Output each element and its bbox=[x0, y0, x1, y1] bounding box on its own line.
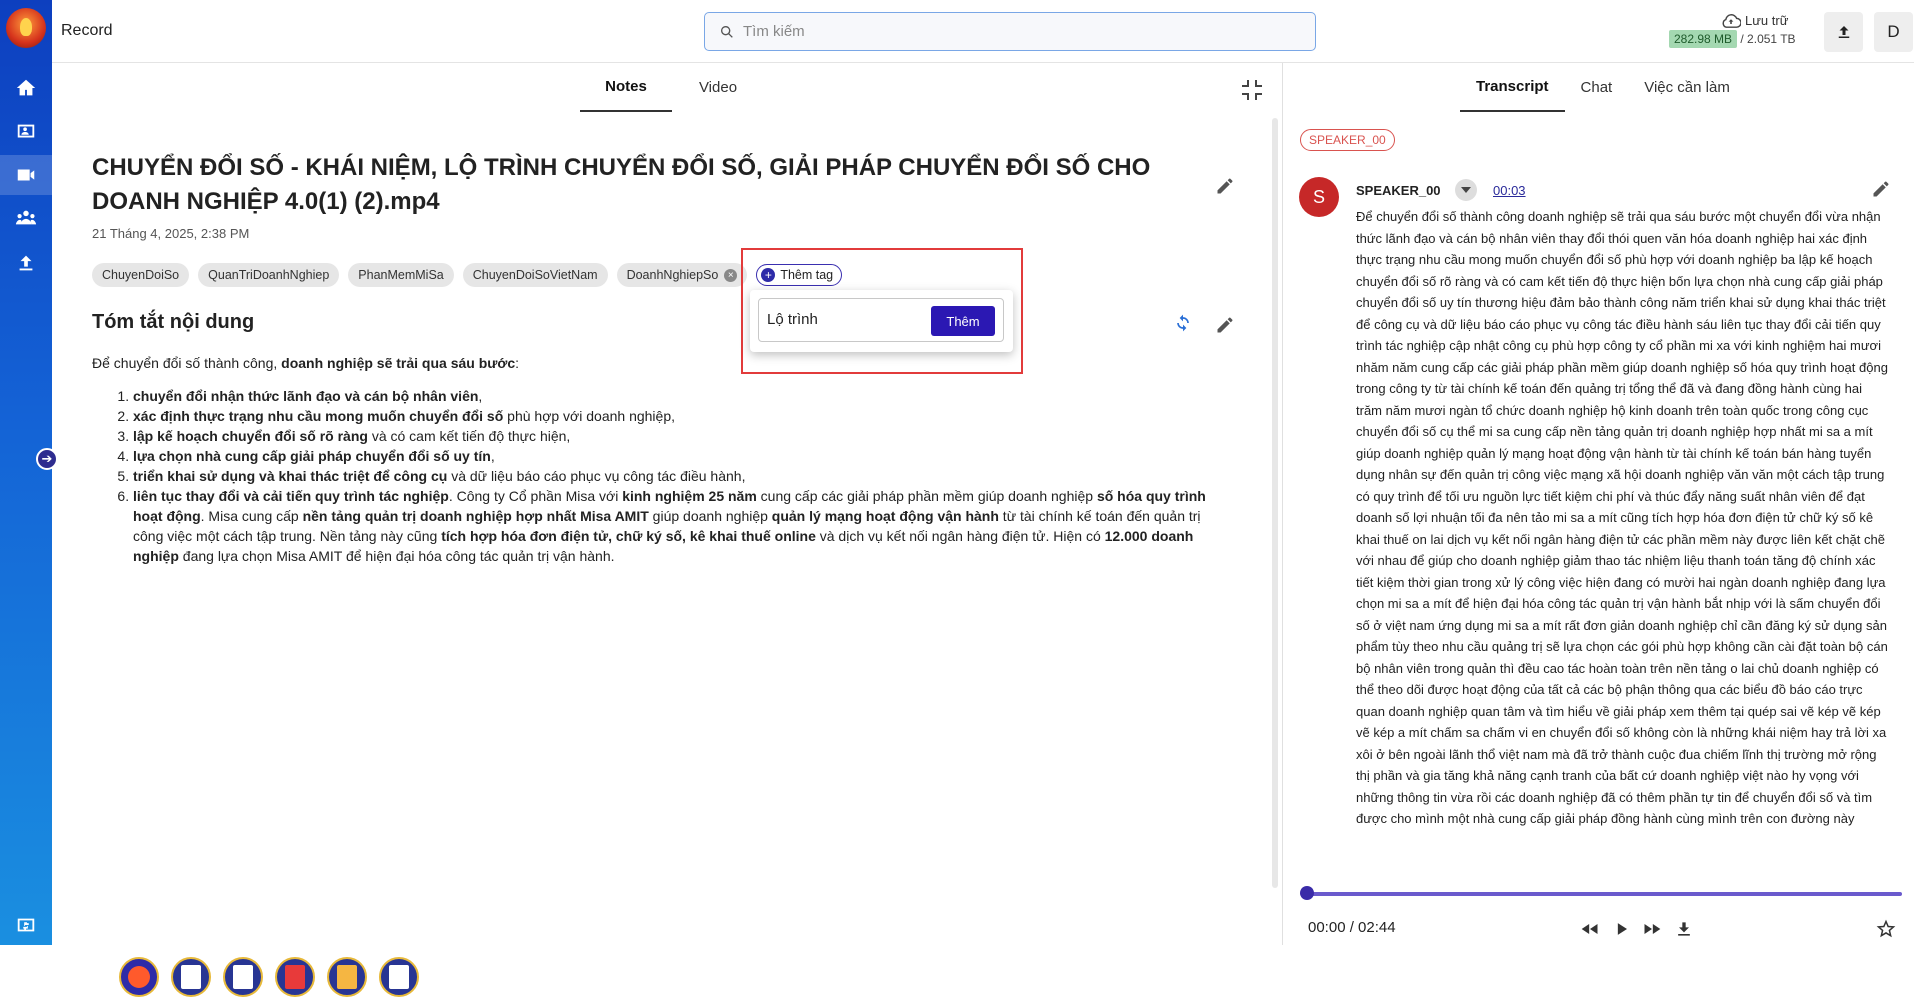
list-item: xác định thực trạng nhu cầu mong muốn ch… bbox=[133, 406, 1232, 426]
search-input[interactable] bbox=[743, 23, 1263, 40]
tab-todo[interactable]: Việc cần làm bbox=[1628, 63, 1746, 112]
meeting-icon[interactable] bbox=[0, 112, 52, 152]
list-item: liên tục thay đổi và cải tiến quy trình … bbox=[133, 486, 1232, 566]
tag-list: ChuyenDoiSo QuanTriDoanhNghiep PhanMemMi… bbox=[92, 263, 843, 287]
upload-icon[interactable] bbox=[0, 243, 52, 283]
docs-export-button[interactable] bbox=[223, 957, 263, 997]
speaker-filter-chip[interactable]: SPEAKER_00 bbox=[1300, 129, 1395, 151]
billing-icon[interactable] bbox=[0, 905, 52, 945]
app-logo[interactable] bbox=[6, 8, 46, 48]
rewind-icon[interactable] bbox=[1579, 919, 1601, 939]
tag-chip[interactable]: ChuyenDoiSoVietNam bbox=[462, 263, 608, 287]
tag-chip[interactable]: QuanTriDoanhNghiep bbox=[198, 263, 340, 287]
storage-indicator: Lưu trữ 282.98 MB / 2.051 TB bbox=[1669, 12, 1796, 48]
tab-transcript[interactable]: Transcript bbox=[1460, 63, 1565, 112]
list-item: lập kế hoạch chuyển đổi số rõ ràng và có… bbox=[133, 426, 1232, 446]
speaker-timestamp[interactable]: 00:03 bbox=[1493, 183, 1526, 198]
player-progress-handle[interactable] bbox=[1300, 886, 1314, 900]
speaker-dropdown-icon[interactable] bbox=[1455, 179, 1477, 201]
storage-used: 282.98 MB bbox=[1669, 30, 1738, 48]
export-toolbar bbox=[119, 957, 419, 997]
user-avatar-button[interactable]: D bbox=[1874, 12, 1913, 52]
transcript-panel: Transcript Chat Việc cần làm SPEAKER_00 … bbox=[1283, 63, 1914, 945]
speaker-avatar: S bbox=[1299, 177, 1339, 217]
document-date: 21 Tháng 4, 2025, 2:38 PM bbox=[92, 226, 250, 241]
storage-total: / 2.051 TB bbox=[1740, 32, 1796, 46]
summary-content: Để chuyển đổi số thành công, doanh nghiệ… bbox=[92, 353, 1232, 566]
ai-summary-button[interactable] bbox=[119, 957, 159, 997]
tag-input-field: Thêm bbox=[758, 298, 1004, 342]
tag-chip[interactable]: ChuyenDoiSo bbox=[92, 263, 190, 287]
star-icon[interactable] bbox=[1875, 919, 1897, 939]
player-progress-track[interactable] bbox=[1305, 892, 1902, 896]
pdf-export-button[interactable] bbox=[275, 957, 315, 997]
confirm-add-tag-button[interactable]: Thêm bbox=[931, 306, 995, 336]
list-item: triển khai sử dụng và khai thác triệt để… bbox=[133, 466, 1232, 486]
left-rail bbox=[0, 0, 52, 945]
tag-label: ChuyenDoiSoVietNam bbox=[472, 268, 598, 282]
search-box[interactable] bbox=[704, 12, 1316, 51]
expand-sidebar-button[interactable]: ➔ bbox=[36, 448, 58, 470]
top-bar: Record Lưu trữ 282.98 MB / 2.051 TB D bbox=[52, 0, 1914, 63]
tab-notes[interactable]: Notes bbox=[580, 63, 672, 112]
home-icon[interactable] bbox=[0, 68, 52, 108]
search-icon bbox=[721, 25, 733, 38]
upload-icon bbox=[1838, 26, 1849, 38]
team-icon[interactable] bbox=[0, 198, 52, 238]
list-item: chuyển đổi nhận thức lãnh đạo và cán bộ … bbox=[133, 386, 1232, 406]
tag-label: QuanTriDoanhNghiep bbox=[208, 268, 330, 282]
collapse-icon[interactable] bbox=[1239, 77, 1263, 101]
download-icon[interactable] bbox=[1673, 919, 1695, 939]
edit-title-icon[interactable] bbox=[1215, 176, 1235, 196]
notes-export-button[interactable] bbox=[171, 957, 211, 997]
storage-label: Lưu trữ bbox=[1745, 12, 1789, 28]
tag-chip[interactable]: PhanMemMiSa bbox=[348, 263, 454, 287]
document-title: CHUYỂN ĐỔI SỐ - KHÁI NIỆM, LỘ TRÌNH CHUY… bbox=[92, 154, 1151, 215]
right-tabs: Transcript Chat Việc cần làm bbox=[1460, 63, 1746, 112]
tag-chip[interactable]: DoanhNghiepSo × bbox=[616, 263, 748, 287]
player-time: 00:00 / 02:44 bbox=[1308, 919, 1396, 936]
tag-input[interactable] bbox=[767, 311, 907, 328]
remove-tag-icon[interactable]: × bbox=[724, 268, 738, 282]
download-export-button[interactable] bbox=[379, 957, 419, 997]
add-tag-popover: Thêm bbox=[750, 290, 1013, 352]
refresh-icon[interactable] bbox=[1173, 313, 1193, 333]
tag-label: DoanhNghiepSo bbox=[626, 268, 719, 282]
page-title: Record bbox=[61, 22, 113, 39]
summary-heading: Tóm tắt nội dung bbox=[92, 311, 255, 333]
list-item: lựa chọn nhà cung cấp giải pháp chuyển đ… bbox=[133, 446, 1232, 466]
tag-label: ChuyenDoiSo bbox=[102, 268, 180, 282]
speaker-name: SPEAKER_00 bbox=[1356, 183, 1441, 198]
cloud-upload-icon bbox=[1722, 14, 1741, 28]
edit-summary-icon[interactable] bbox=[1215, 315, 1235, 335]
tag-label: PhanMemMiSa bbox=[358, 268, 444, 282]
fast-forward-icon[interactable] bbox=[1641, 919, 1663, 939]
summary-steps: chuyển đổi nhận thức lãnh đạo và cán bộ … bbox=[92, 386, 1232, 566]
notes-tabs: Notes Video bbox=[580, 63, 764, 112]
edit-transcript-icon[interactable] bbox=[1871, 179, 1891, 199]
transcript-text: Để chuyển đổi số thành công doanh nghiệp… bbox=[1356, 209, 1888, 826]
notes-scrollbar[interactable] bbox=[1272, 118, 1278, 888]
upload-button[interactable] bbox=[1824, 12, 1863, 52]
tab-chat[interactable]: Chat bbox=[1565, 63, 1629, 112]
summary-intro: Để chuyển đổi số thành công, doanh nghiệ… bbox=[92, 355, 520, 371]
tab-video[interactable]: Video bbox=[672, 63, 764, 112]
email-export-button[interactable] bbox=[327, 957, 367, 997]
video-record-icon[interactable] bbox=[0, 155, 52, 195]
notes-panel: Notes Video CHUYỂN ĐỔI SỐ - KHÁI NIỆM, L… bbox=[52, 63, 1282, 997]
play-icon[interactable] bbox=[1611, 919, 1633, 939]
